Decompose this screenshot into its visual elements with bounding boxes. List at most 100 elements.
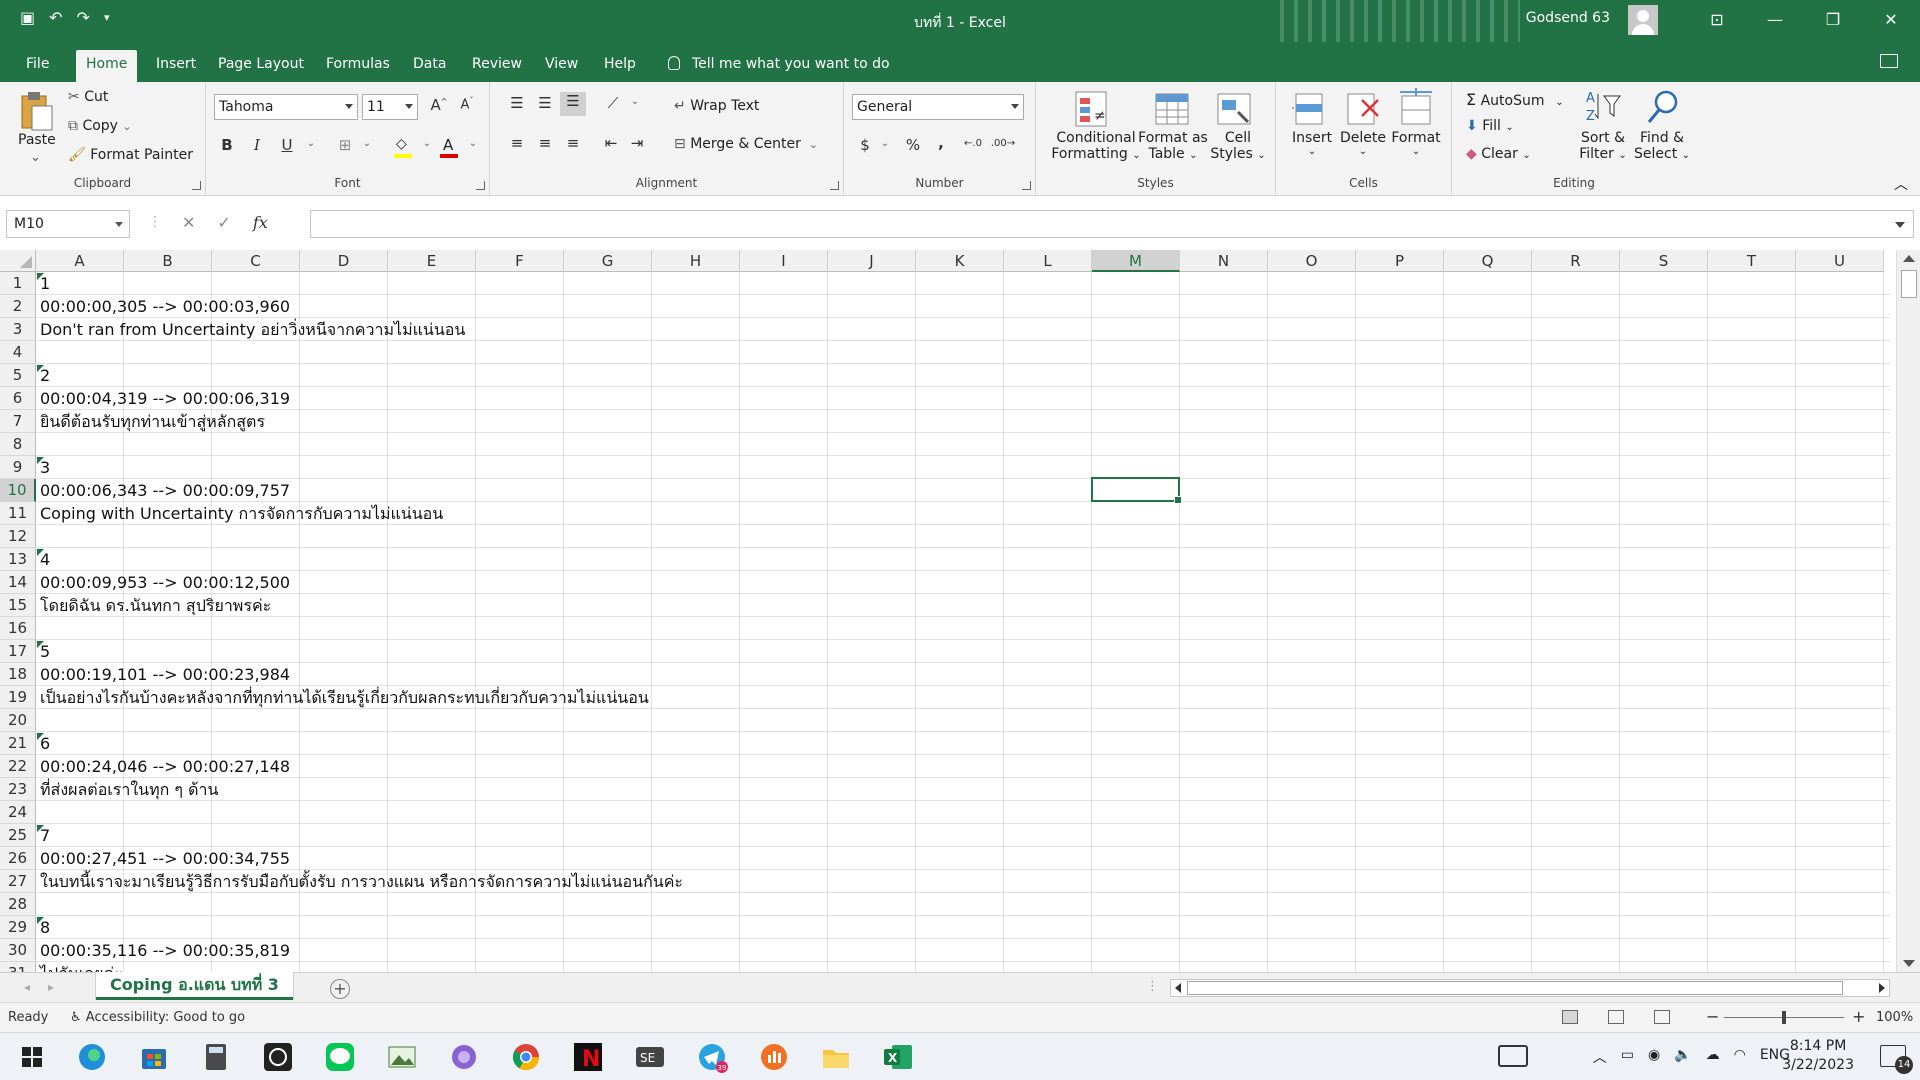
sort-filter-icon[interactable]: A Z <box>1584 88 1622 128</box>
increase-decimal-icon[interactable]: ←.0 <box>960 138 986 149</box>
file-explorer-icon[interactable] <box>820 1041 852 1073</box>
close-button[interactable]: ✕ <box>1862 0 1920 42</box>
row-header-5[interactable]: 5 <box>0 364 36 387</box>
excel-taskbar-icon[interactable]: X <box>882 1041 914 1073</box>
column-header-s[interactable]: S <box>1620 250 1708 272</box>
underline-dropdown-icon[interactable]: ⌄ <box>300 138 322 149</box>
decrease-font-icon[interactable]: Aˇ <box>456 96 478 112</box>
conditional-formatting-icon[interactable]: ≠ <box>1074 90 1112 130</box>
column-header-r[interactable]: R <box>1532 250 1620 272</box>
align-center-icon[interactable]: ≡ <box>534 134 556 152</box>
row-header-22[interactable]: 22 <box>0 755 36 778</box>
column-header-b[interactable]: B <box>124 250 212 272</box>
cell-a14[interactable]: 00:00:09,953 --> 00:00:12,500 <box>40 571 290 594</box>
cell-a2[interactable]: 00:00:00,305 --> 00:00:03,960 <box>40 295 290 318</box>
paste-button[interactable]: Paste <box>18 132 56 148</box>
insert-cells-icon[interactable] <box>1292 90 1328 130</box>
windows-start-icon[interactable] <box>16 1041 48 1073</box>
image-editor-icon[interactable] <box>386 1041 418 1073</box>
scroll-right-icon[interactable] <box>1879 983 1885 993</box>
row-header-4[interactable]: 4 <box>0 341 36 364</box>
column-header-g[interactable]: G <box>564 250 652 272</box>
row-header-20[interactable]: 20 <box>0 709 36 732</box>
delete-cells-icon[interactable] <box>1346 90 1382 130</box>
zoom-percent[interactable]: 100% <box>1876 1010 1913 1025</box>
line-icon[interactable] <box>324 1041 356 1073</box>
seb-icon[interactable]: SE <box>634 1041 666 1073</box>
charts-app-icon[interactable] <box>758 1041 790 1073</box>
expand-formula-bar-icon[interactable] <box>1895 222 1905 228</box>
currency-dropdown-icon[interactable]: ⌄ <box>874 138 896 149</box>
conditional-formatting-button[interactable]: Conditional Formatting ⌄ <box>1050 130 1142 162</box>
clipboard-launcher-icon[interactable] <box>192 181 201 190</box>
telegram-icon[interactable]: 39 <box>696 1041 728 1073</box>
column-header-e[interactable]: E <box>388 250 476 272</box>
row-header-8[interactable]: 8 <box>0 433 36 456</box>
tab-page-layout[interactable]: Page Layout <box>208 50 314 82</box>
row-header-6[interactable]: 6 <box>0 387 36 410</box>
clear-button[interactable]: ◆ Clear ⌄ <box>1466 146 1531 162</box>
select-all-button[interactable] <box>0 250 36 272</box>
tab-file[interactable]: File <box>16 50 59 82</box>
normal-view-icon[interactable] <box>1562 1010 1578 1024</box>
decrease-decimal-icon[interactable]: .00→ <box>990 138 1016 149</box>
edge-icon[interactable] <box>76 1041 108 1073</box>
autosum-button[interactable]: Σ AutoSum ⌄ <box>1466 90 1564 109</box>
insert-function-icon[interactable]: fx <box>253 210 268 238</box>
column-header-h[interactable]: H <box>652 250 740 272</box>
number-format-select[interactable]: General <box>852 94 1024 120</box>
row-header-15[interactable]: 15 <box>0 594 36 617</box>
column-header-m[interactable]: M <box>1092 250 1180 272</box>
scroll-down-icon[interactable] <box>1903 960 1915 967</box>
column-header-i[interactable]: I <box>740 250 828 272</box>
tab-split-grip-icon[interactable]: ⋮ <box>1146 979 1159 994</box>
format-painter-button[interactable]: 🖌 Format Painter <box>68 147 193 163</box>
scroll-up-icon[interactable] <box>1903 255 1915 262</box>
column-header-j[interactable]: J <box>828 250 916 272</box>
merge-center-button[interactable]: ⊟ Merge & Center ⌄ <box>674 136 818 152</box>
format-as-table-button[interactable]: Format as Table ⌄ <box>1136 130 1210 162</box>
tab-formulas[interactable]: Formulas <box>316 50 400 82</box>
row-header-18[interactable]: 18 <box>0 663 36 686</box>
page-layout-view-icon[interactable] <box>1608 1010 1624 1024</box>
row-header-27[interactable]: 27 <box>0 870 36 893</box>
calculator-icon[interactable] <box>200 1041 232 1073</box>
sheet-nav-arrows-icon[interactable]: ◂▸ <box>24 980 72 994</box>
wrap-text-button[interactable]: ↵ Wrap Text <box>674 98 759 114</box>
tab-insert[interactable]: Insert <box>146 50 206 82</box>
orientation-icon[interactable]: ⟋ <box>602 94 624 112</box>
confirm-entry-icon[interactable]: ✓ <box>217 210 230 238</box>
worksheet-grid[interactable]: A B C D E F G H I J K L M N O P Q R S T U 1 1 2 00:00:00,305 -->… <box>0 250 1920 972</box>
borders-icon[interactable]: ⊞ <box>334 136 356 154</box>
user-name[interactable]: Godsend 63 <box>1526 10 1610 26</box>
cell-styles-icon[interactable] <box>1216 90 1254 130</box>
cancel-entry-icon[interactable]: ✕ <box>182 210 195 238</box>
column-header-c[interactable]: C <box>212 250 300 272</box>
format-as-table-icon[interactable] <box>1154 90 1192 130</box>
font-name-select[interactable]: Tahoma <box>214 94 358 120</box>
vertical-scrollbar[interactable] <box>1896 250 1920 972</box>
row-header-3[interactable]: 3 <box>0 318 36 341</box>
sheet-tab-active[interactable]: Coping อ.แดน บทที่ 3 <box>96 972 293 1000</box>
cell-a18[interactable]: 00:00:19,101 --> 00:00:23,984 <box>40 663 290 686</box>
find-select-icon[interactable] <box>1644 88 1682 128</box>
collapse-ribbon-icon[interactable]: ︿ <box>1894 174 1908 194</box>
webcam-icon[interactable]: ◉ <box>1648 1047 1660 1067</box>
fill-color-dropdown-icon[interactable]: ⌄ <box>416 138 438 149</box>
cut-button[interactable]: ✂ Cut <box>68 89 108 105</box>
column-header-o[interactable]: O <box>1268 250 1356 272</box>
decrease-indent-icon[interactable]: ⇤ <box>600 134 622 152</box>
ribbon-display-options-icon[interactable]: ⊡ <box>1688 0 1746 42</box>
alignment-launcher-icon[interactable] <box>830 181 839 190</box>
cell-a10[interactable]: 00:00:06,343 --> 00:00:09,757 <box>40 479 290 502</box>
row-header-11[interactable]: 11 <box>0 502 36 525</box>
cell-a31[interactable]: ไปกันเลยค่ะ <box>40 962 123 972</box>
row-header-1[interactable]: 1 <box>0 272 36 295</box>
horizontal-scroll-thumb[interactable] <box>1187 981 1843 995</box>
row-header-23[interactable]: 23 <box>0 778 36 801</box>
comma-style-icon[interactable]: , <box>930 134 952 152</box>
tab-view[interactable]: View <box>535 50 588 82</box>
battery-icon[interactable]: ▭ <box>1621 1047 1634 1067</box>
copilot-icon[interactable] <box>448 1041 480 1073</box>
row-header-26[interactable]: 26 <box>0 847 36 870</box>
